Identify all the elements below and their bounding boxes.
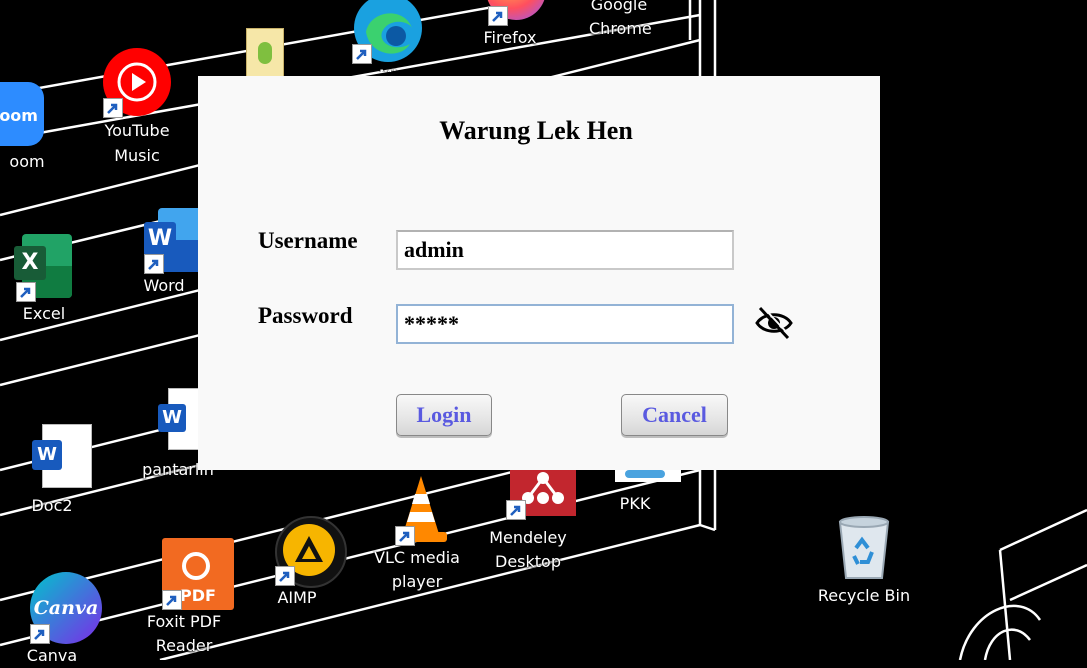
canva-icon: Canva xyxy=(16,572,102,644)
firefox-icon xyxy=(474,0,546,26)
desktop-icon-excel[interactable]: X Excel xyxy=(0,230,94,326)
desktop-icon-label: Firefox xyxy=(483,28,537,47)
desktop-icon-label: Foxit PDF Reader xyxy=(146,612,222,655)
desktop-icon-canva[interactable]: Canva Canva xyxy=(2,572,102,668)
desktop-icon-label: VLC media player xyxy=(374,548,460,591)
desktop-icon-foxit-pdf[interactable]: PDF Foxit PDF Reader xyxy=(134,538,234,658)
login-button[interactable]: Login xyxy=(396,394,492,436)
shortcut-arrow-icon xyxy=(506,500,526,520)
desktop-icon-zoom[interactable]: zoom oom xyxy=(0,78,62,174)
vlc-icon xyxy=(381,474,453,546)
password-field[interactable] xyxy=(396,304,734,344)
desktop-icon-label: YouTube Music xyxy=(104,121,170,165)
foxit-pdf-icon: PDF xyxy=(148,538,234,610)
cancel-button[interactable]: Cancel xyxy=(621,394,728,436)
desktop-icon-edge[interactable]: Mi xyxy=(338,0,438,72)
zoom-icon: zoom xyxy=(0,78,48,150)
username-label: Username xyxy=(258,228,358,253)
desktop-icon-firefox[interactable]: Firefox xyxy=(460,0,560,50)
dialog-title: Warung Lek Hen xyxy=(439,116,633,145)
aimp-icon xyxy=(261,514,347,588)
desktop-icon-label: Canva xyxy=(26,646,78,665)
desktop-icon-vlc[interactable]: VLC media player xyxy=(367,474,467,594)
desktop-icon-google-chrome[interactable]: Google Chrome xyxy=(569,0,669,41)
desktop-icon-aimp[interactable]: AIMP xyxy=(247,514,347,610)
desktop-icon-label: Doc2 xyxy=(31,496,73,515)
desktop-icon-label: Recycle Bin xyxy=(817,586,911,605)
word-icon: W xyxy=(128,202,208,274)
excel-icon: X xyxy=(8,230,80,302)
toggle-password-visibility-button[interactable] xyxy=(754,304,794,342)
desktop-icon-label: Google Chrome xyxy=(589,0,652,38)
eye-slash-icon xyxy=(755,306,793,340)
username-field[interactable] xyxy=(396,230,734,270)
mendeley-icon xyxy=(492,460,576,532)
recycle-bin-icon xyxy=(828,512,900,584)
shortcut-arrow-icon xyxy=(162,590,182,610)
shortcut-arrow-icon xyxy=(103,98,123,118)
login-dialog: Warung Lek Hen Username Password Login C… xyxy=(198,76,880,470)
shortcut-arrow-icon xyxy=(16,282,36,302)
edge-icon xyxy=(352,0,424,64)
word-document-icon: W xyxy=(16,422,92,494)
shortcut-arrow-icon xyxy=(30,624,50,644)
password-label: Password xyxy=(258,303,353,328)
desktop-icon-label: AIMP xyxy=(277,588,317,607)
shortcut-arrow-icon xyxy=(395,526,415,546)
desktop-icon-mendeley[interactable]: Mendeley Desktop xyxy=(478,460,578,574)
desktop-icon-label: oom xyxy=(9,152,45,171)
desktop-icon-youtube-music[interactable]: YouTube Music xyxy=(87,46,187,168)
desktop-icon-doc2[interactable]: W Doc2 xyxy=(2,422,102,518)
desktop-icon-label: Mendeley Desktop xyxy=(489,528,567,571)
youtube-music-icon xyxy=(101,46,173,118)
shortcut-arrow-icon xyxy=(488,6,508,26)
desktop-icon-recycle-bin[interactable]: Recycle Bin xyxy=(814,512,914,608)
shortcut-arrow-icon xyxy=(352,44,372,64)
shortcut-arrow-icon xyxy=(275,566,295,586)
desktop-icon-label: Excel xyxy=(22,304,66,323)
desktop-icon-label: Mi xyxy=(338,64,438,72)
shortcut-arrow-icon xyxy=(144,254,164,274)
desktop-icon-label: PKK xyxy=(619,494,651,513)
